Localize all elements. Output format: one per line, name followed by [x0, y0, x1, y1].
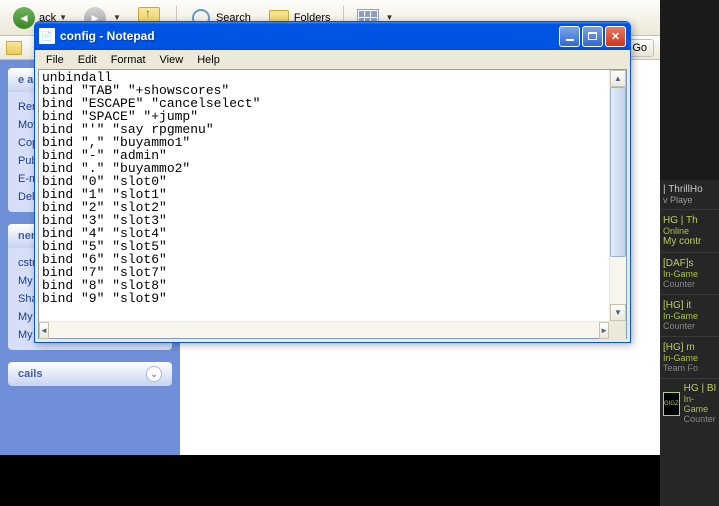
friend-status: In-Game: [663, 311, 716, 321]
bottom-black-strip: [0, 455, 660, 506]
menu-format[interactable]: Format: [104, 52, 153, 68]
scroll-right-button[interactable]: ►: [599, 322, 609, 339]
menu-help[interactable]: Help: [190, 52, 227, 68]
friend-game: Counter: [663, 321, 716, 331]
friend-name: [HG] m: [663, 342, 716, 353]
scroll-down-button[interactable]: ▼: [610, 304, 626, 321]
friend-status: In-Game: [663, 353, 716, 363]
notepad-window: 📄 config - Notepad ✕ File Edit Format Vi…: [34, 21, 631, 343]
folder-icon: [6, 41, 22, 55]
maximize-button[interactable]: [582, 26, 603, 47]
self-status: Online: [663, 226, 716, 236]
friend-game: Counter: [684, 414, 717, 424]
friend-game: Team Fo: [663, 363, 716, 373]
friend-status: In-Game: [663, 269, 716, 279]
details-header-label: cails: [18, 368, 42, 380]
notepad-icon: 📄: [39, 28, 55, 44]
vertical-scrollbar[interactable]: ▲ ▼: [609, 70, 626, 321]
text-area[interactable]: unbindall bind "TAB" "+showscores" bind …: [39, 70, 609, 321]
horizontal-scrollbar[interactable]: ◄ ►: [39, 321, 626, 338]
friend-item[interactable]: [HG] it In-Game Counter: [660, 294, 719, 336]
friend-item[interactable]: [DAF]s In-Game Counter: [660, 252, 719, 294]
close-button[interactable]: ✕: [605, 26, 626, 47]
scroll-track[interactable]: [610, 87, 626, 304]
window-title: config - Notepad: [60, 29, 559, 43]
menu-file[interactable]: File: [39, 52, 71, 68]
scroll-corner: [609, 322, 626, 339]
friend-game: Counter: [663, 279, 716, 289]
friend-status: In-Game: [684, 394, 717, 414]
player-label: v Playe: [663, 195, 716, 205]
scroll-up-button[interactable]: ▲: [610, 70, 626, 87]
details-header[interactable]: cails ⌄: [8, 362, 172, 386]
chevron-icon: ⌄: [146, 366, 162, 382]
scroll-left-button[interactable]: ◄: [39, 322, 49, 339]
friend-item-avatar[interactable]: GIGZ HG | BI In-Game Counter: [660, 378, 719, 428]
scroll-thumb[interactable]: [610, 87, 626, 257]
avatar-icon: GIGZ: [663, 392, 680, 416]
steam-friends-panel: | ThrillHo v Playe HG | Th Online My con…: [660, 0, 719, 506]
menubar: File Edit Format View Help: [35, 50, 630, 69]
go-label: Go: [632, 42, 647, 54]
scroll-track[interactable]: [49, 322, 599, 338]
menu-edit[interactable]: Edit: [71, 52, 104, 68]
editor-container: unbindall bind "TAB" "+showscores" bind …: [38, 69, 627, 339]
titlebar[interactable]: 📄 config - Notepad ✕: [35, 22, 630, 50]
thrill-label: | ThrillHo: [663, 184, 716, 195]
back-icon: ◄: [12, 6, 36, 30]
friend-name: HG | BI: [684, 383, 717, 394]
details-panel: cails ⌄: [8, 362, 172, 386]
self-name: HG | Th: [663, 215, 716, 226]
friend-name: [HG] it: [663, 300, 716, 311]
menu-view[interactable]: View: [153, 52, 191, 68]
friend-item[interactable]: [HG] m In-Game Team Fo: [660, 336, 719, 378]
my-control-link[interactable]: My contr: [663, 236, 716, 247]
friend-name: [DAF]s: [663, 258, 716, 269]
minimize-button[interactable]: [559, 26, 580, 47]
self-status-block[interactable]: HG | Th Online My contr: [660, 209, 719, 252]
